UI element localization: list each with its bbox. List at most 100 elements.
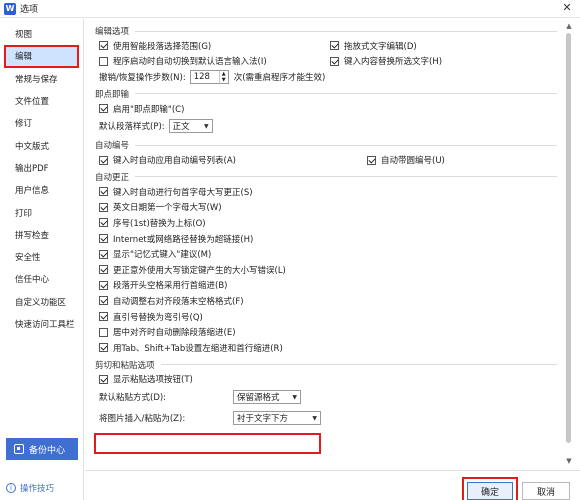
- sidebar-item-general-save[interactable]: 常规与保存: [0, 68, 83, 90]
- autocorrect-checkbox[interactable]: [99, 280, 108, 290]
- window-title: 选项: [20, 5, 39, 15]
- sidebar: 视图 编辑 常规与保存 文件位置 修订 中文版式 输出PDF 用户信息 打印 拼…: [0, 19, 84, 500]
- title-bar: W 选项 ✕: [0, 0, 580, 18]
- default-paste-select[interactable]: 保留源格式 ▼: [233, 390, 301, 405]
- autocorrect-checkbox[interactable]: [99, 187, 108, 197]
- section-title-autocorrect: 自动更正: [85, 170, 557, 184]
- bracket-number-label: 自动带圆编号(U): [381, 156, 445, 167]
- autocorrect-label: 居中对齐时自动删除段落缩进(E): [113, 328, 236, 339]
- autocorrect-row: 用Tab、Shift+Tab设置左缩进和首行缩进(R): [85, 340, 557, 356]
- default-style-select[interactable]: 正文 ▼: [168, 119, 213, 134]
- autocorrect-label: 自动调整右对齐段落末空格格式(F): [113, 296, 244, 307]
- image-insert-highlight: [94, 433, 321, 454]
- smart-select-checkbox[interactable]: [99, 41, 108, 51]
- scroll-track[interactable]: [563, 31, 575, 457]
- section-autocorrect: 自动更正 键入时自动进行句首字母大写更正(S) 英文日期第一个字母大写(W) 序…: [85, 170, 557, 356]
- autocorrect-label: Internet或网络路径替换为超链接(H): [113, 234, 254, 245]
- sidebar-item-security[interactable]: 安全性: [0, 246, 83, 268]
- bracket-number-checkbox[interactable]: [367, 155, 376, 165]
- autocorrect-checkbox[interactable]: [99, 249, 108, 259]
- autocorrect-row: Internet或网络路径替换为超链接(H): [85, 231, 557, 247]
- wps-logo-icon: W: [4, 2, 16, 15]
- autocorrect-row: 直引号替换为弯引号(Q): [85, 309, 557, 325]
- autocorrect-row: 段落开头空格采用行首缩进(B): [85, 278, 557, 294]
- autocorrect-row: 显示"记忆式键入"建议(M): [85, 246, 557, 262]
- autocorrect-checkbox[interactable]: [99, 312, 108, 322]
- autocorrect-row: 序号(1st)替换为上标(O): [85, 215, 557, 231]
- scroll-up-icon[interactable]: ▲: [563, 22, 575, 31]
- tips-label: 操作技巧: [20, 484, 55, 494]
- autocorrect-row: 键入时自动进行句首字母大写更正(S): [85, 184, 557, 200]
- sidebar-item-chinese-layout[interactable]: 中文版式: [0, 134, 83, 156]
- auto-list-checkbox[interactable]: [99, 155, 108, 165]
- autocorrect-checkbox[interactable]: [99, 327, 108, 337]
- section-title-text: 编辑选项: [95, 27, 130, 37]
- sidebar-item-edit[interactable]: 编辑: [4, 45, 79, 68]
- section-paste: 剪切和粘贴选项 显示粘贴选项按钮(T) 默认粘贴方式(D): 保留源格式 ▼ 将…: [85, 358, 557, 430]
- smart-select-label: 使用智能段落选择范围(G): [113, 41, 212, 52]
- sidebar-item-view[interactable]: 视图: [0, 23, 83, 45]
- close-button[interactable]: ✕: [560, 1, 574, 15]
- spin-down-icon[interactable]: ▼: [220, 77, 228, 83]
- undo-steps-label: 撤销/恢复操作步数(N):: [99, 72, 186, 83]
- section-title-auto-number: 自动编号: [85, 138, 557, 152]
- auto-ime-checkbox[interactable]: [99, 56, 108, 66]
- options-content: 编辑选项 使用智能段落选择范围(G) 拖放式文字编辑(D) 程序启动时自动切换到…: [85, 19, 557, 469]
- tips-icon: i: [6, 483, 16, 493]
- autocorrect-checkbox[interactable]: [99, 296, 108, 306]
- show-paste-button-label: 显示粘贴选项按钮(T): [113, 375, 193, 386]
- section-title-click-type: 即点即输: [85, 87, 557, 101]
- autocorrect-row: 自动调整右对齐段落末空格格式(F): [85, 293, 557, 309]
- sidebar-item-revision[interactable]: 修订: [0, 112, 83, 134]
- sidebar-item-customize-ribbon[interactable]: 自定义功能区: [0, 291, 83, 313]
- drag-edit-checkbox[interactable]: [330, 41, 339, 51]
- autocorrect-checkbox[interactable]: [99, 218, 108, 228]
- autocorrect-label: 键入时自动进行句首字母大写更正(S): [113, 187, 253, 198]
- click-type-label: 启用"即点即输"(C): [113, 104, 185, 115]
- sidebar-item-user-info[interactable]: 用户信息: [0, 179, 83, 201]
- sidebar-item-export-pdf[interactable]: 输出PDF: [0, 157, 83, 179]
- chevron-down-icon: ▼: [312, 414, 317, 422]
- autocorrect-label: 直引号替换为弯引号(Q): [113, 312, 203, 323]
- sidebar-item-trust-center[interactable]: 信任中心: [0, 268, 83, 290]
- tips-link[interactable]: i 操作技巧: [6, 482, 54, 494]
- undo-steps-value[interactable]: 128: [191, 72, 219, 82]
- sidebar-item-quick-access[interactable]: 快速访问工具栏: [0, 313, 83, 335]
- backup-center-button[interactable]: 备份中心: [6, 438, 78, 460]
- scroll-down-icon[interactable]: ▼: [563, 457, 575, 466]
- sidebar-item-print[interactable]: 打印: [0, 201, 83, 223]
- section-title-paste: 剪切和粘贴选项: [85, 358, 557, 372]
- default-paste-label: 默认粘贴方式(D):: [99, 393, 167, 404]
- sidebar-item-file-location[interactable]: 文件位置: [0, 90, 83, 112]
- undo-steps-spinner[interactable]: 128 ▲ ▼: [189, 69, 229, 84]
- autocorrect-checkbox[interactable]: [99, 202, 108, 212]
- autocorrect-checkbox[interactable]: [99, 234, 108, 244]
- autocorrect-label: 显示"记忆式键入"建议(M): [113, 250, 212, 261]
- backup-center-label: 备份中心: [29, 445, 66, 456]
- image-insert-value: 衬于文字下方: [237, 414, 289, 425]
- cancel-button[interactable]: 取消: [522, 482, 570, 500]
- autocorrect-label: 段落开头空格采用行首缩进(B): [113, 281, 228, 292]
- backup-icon: [14, 444, 24, 454]
- chevron-down-icon: ▼: [292, 393, 297, 401]
- enter-replace-checkbox[interactable]: [330, 56, 339, 66]
- autocorrect-checkbox[interactable]: [99, 265, 108, 275]
- default-style-value: 正文: [172, 122, 190, 133]
- show-paste-button-checkbox[interactable]: [99, 374, 108, 384]
- image-insert-label: 将图片插入/粘贴为(Z):: [99, 414, 186, 425]
- default-paste-value: 保留源格式: [237, 393, 280, 404]
- section-title-text: 自动编号: [95, 141, 130, 152]
- autocorrect-label: 序号(1st)替换为上标(O): [113, 218, 206, 229]
- autocorrect-checkbox[interactable]: [99, 343, 108, 353]
- section-auto-number: 自动编号 键入时自动应用自动编号列表(A) 自动带圆编号(U): [85, 138, 557, 168]
- image-insert-select[interactable]: 衬于文字下方 ▼: [233, 411, 321, 426]
- scroll-thumb[interactable]: [566, 33, 571, 443]
- content-scrollbar[interactable]: ▲ ▼: [563, 22, 575, 467]
- section-click-type: 即点即输 启用"即点即输"(C) 默认段落样式(P): 正文 ▼: [85, 87, 557, 137]
- sidebar-item-spell-check[interactable]: 拼写检查: [0, 224, 83, 246]
- ok-button[interactable]: 确定: [467, 482, 513, 500]
- section-title-text: 剪切和粘贴选项: [95, 360, 155, 371]
- click-type-checkbox[interactable]: [99, 104, 108, 114]
- autocorrect-row: 居中对齐时自动删除段落缩进(E): [85, 324, 557, 340]
- undo-steps-hint: 次(需重启程序才能生效): [233, 72, 326, 83]
